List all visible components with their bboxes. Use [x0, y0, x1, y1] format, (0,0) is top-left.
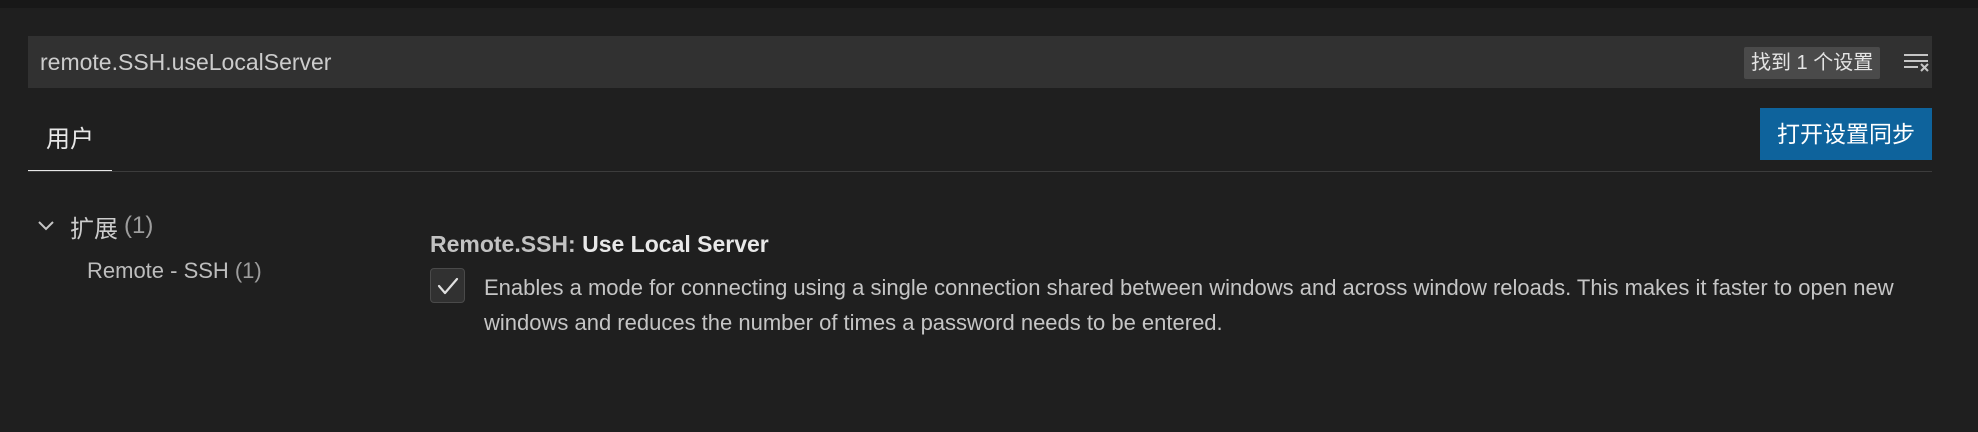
- setting-name: Use Local Server: [582, 231, 769, 257]
- use-local-server-checkbox[interactable]: [430, 268, 465, 303]
- toc-item-remote-ssh[interactable]: Remote - SSH (1): [87, 253, 262, 289]
- setting-category: Remote.SSH:: [430, 231, 583, 257]
- settings-search-input[interactable]: [28, 36, 1708, 88]
- tab-divider: [28, 171, 1932, 172]
- settings-search-box: 找到 1 个设置: [28, 36, 1932, 88]
- tab-user[interactable]: 用户: [28, 116, 112, 172]
- turn-on-settings-sync-button[interactable]: 打开设置同步: [1760, 108, 1932, 160]
- search-result-count: 找到 1 个设置: [1744, 47, 1881, 79]
- toc-group-label: 扩展: [70, 215, 118, 243]
- toc-item-label: Remote - SSH: [87, 258, 229, 283]
- toc-group-extensions[interactable]: 扩展 (1): [36, 208, 153, 244]
- checkmark-icon: [437, 277, 459, 295]
- toc-group-count: (1): [124, 212, 154, 239]
- clear-filter-icon[interactable]: [1902, 50, 1932, 74]
- setting-title: Remote.SSH: Use Local Server: [430, 227, 769, 261]
- toc-item-count: (1): [234, 258, 262, 283]
- setting-description: Enables a mode for connecting using a si…: [484, 275, 1894, 335]
- editor-tab-strip: [0, 0, 1978, 8]
- chevron-down-icon: [38, 221, 54, 231]
